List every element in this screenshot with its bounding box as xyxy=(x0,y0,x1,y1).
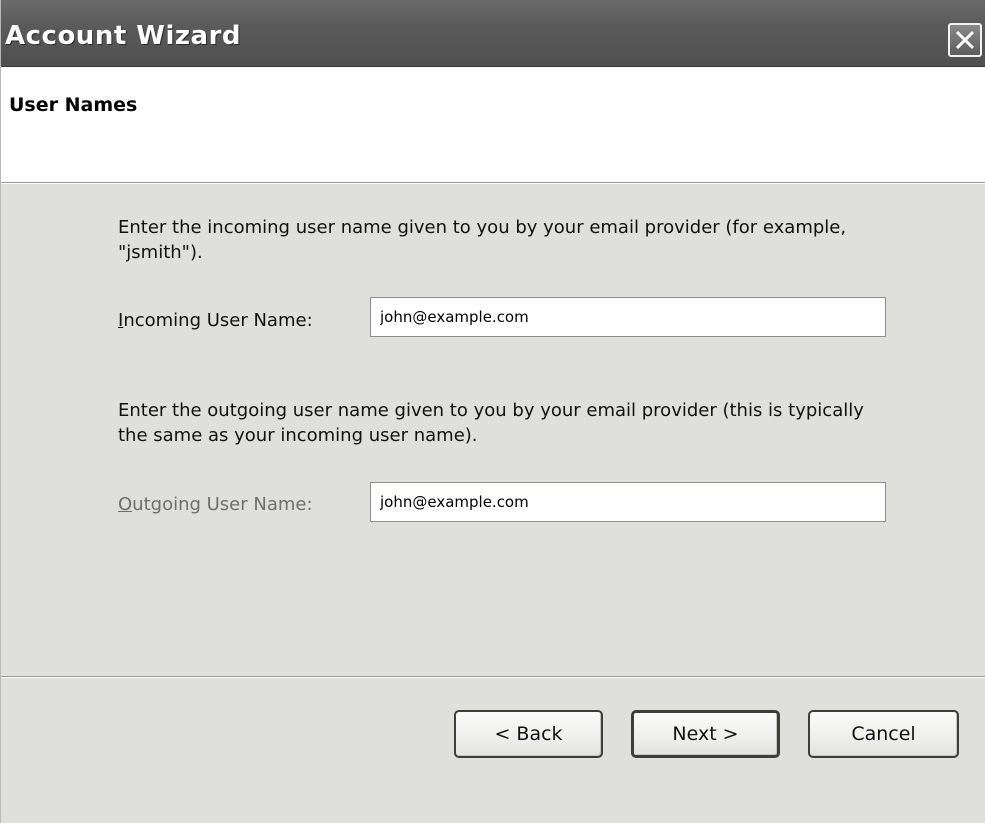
close-icon xyxy=(955,30,975,50)
button-bar-separator xyxy=(1,676,985,678)
wizard-content: Enter the incoming user name given to yo… xyxy=(1,184,985,674)
outgoing-user-name-input[interactable] xyxy=(370,482,886,522)
outgoing-label-text: utgoing User Name: xyxy=(132,494,313,515)
window-title: Account Wizard xyxy=(5,21,242,51)
account-wizard-window: Account Wizard User Names Enter the inco… xyxy=(0,0,985,823)
page-title: User Names xyxy=(9,94,138,116)
incoming-label-text: ncoming User Name: xyxy=(123,310,313,331)
back-button[interactable]: < Back xyxy=(454,710,603,758)
outgoing-description: Enter the outgoing user name given to yo… xyxy=(118,400,864,446)
incoming-description: Enter the incoming user name given to yo… xyxy=(118,217,847,263)
next-button[interactable]: Next > xyxy=(631,710,780,758)
incoming-user-name-input[interactable] xyxy=(370,297,886,337)
title-bar[interactable]: Account Wizard xyxy=(1,0,985,67)
cancel-button[interactable]: Cancel xyxy=(808,710,959,758)
outgoing-user-name-label: Outgoing User Name: xyxy=(118,494,313,515)
incoming-user-name-label: Incoming User Name: xyxy=(118,310,313,331)
close-button[interactable] xyxy=(948,23,982,57)
outgoing-label-accelerator: O xyxy=(118,494,133,515)
wizard-header: User Names xyxy=(1,67,985,183)
